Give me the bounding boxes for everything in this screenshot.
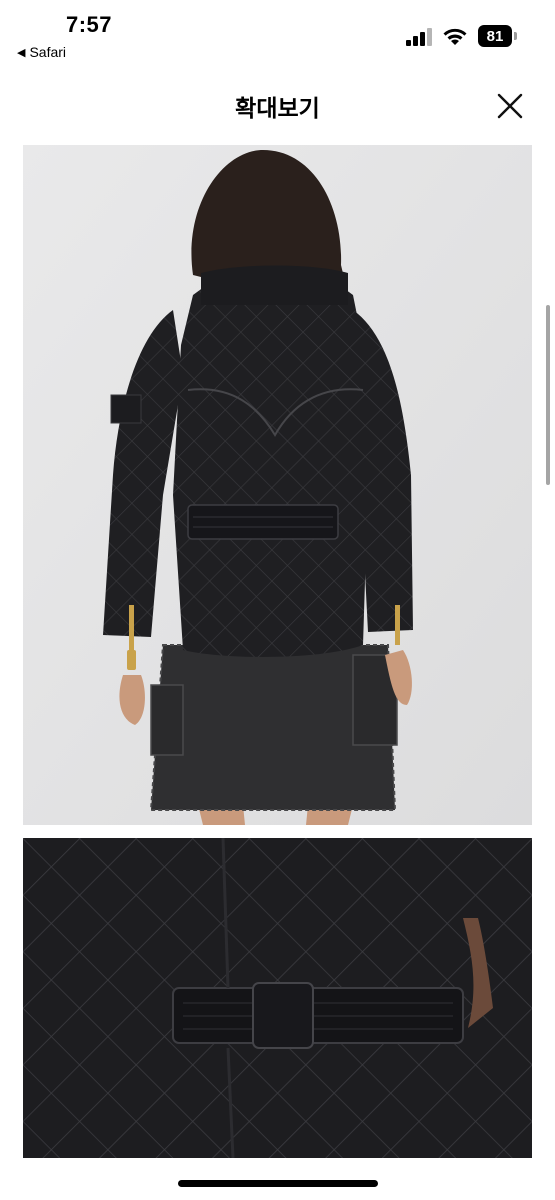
modal-header: 확대보기 [0, 75, 555, 135]
back-to-safari-link[interactable]: ◀ Safari [17, 44, 66, 60]
home-indicator[interactable] [178, 1180, 378, 1187]
product-image-back-view[interactable] [23, 145, 532, 825]
wifi-icon [443, 28, 467, 45]
back-arrow-icon: ◀ [17, 46, 26, 59]
product-image-detail[interactable] [23, 838, 532, 1158]
jacket-back-illustration [23, 145, 532, 825]
battery-level: 81 [478, 25, 512, 47]
battery-icon: 81 [478, 25, 518, 47]
status-bar: 7:57 ◀ Safari 81 [0, 0, 555, 70]
close-icon[interactable] [494, 90, 526, 122]
vertical-scrollbar[interactable] [546, 305, 550, 485]
status-time: 7:57 [66, 12, 113, 37]
page-title: 확대보기 [235, 95, 320, 121]
jacket-detail-illustration [23, 838, 532, 1158]
back-app-label: Safari [29, 44, 67, 60]
cellular-signal-icon [406, 28, 432, 46]
